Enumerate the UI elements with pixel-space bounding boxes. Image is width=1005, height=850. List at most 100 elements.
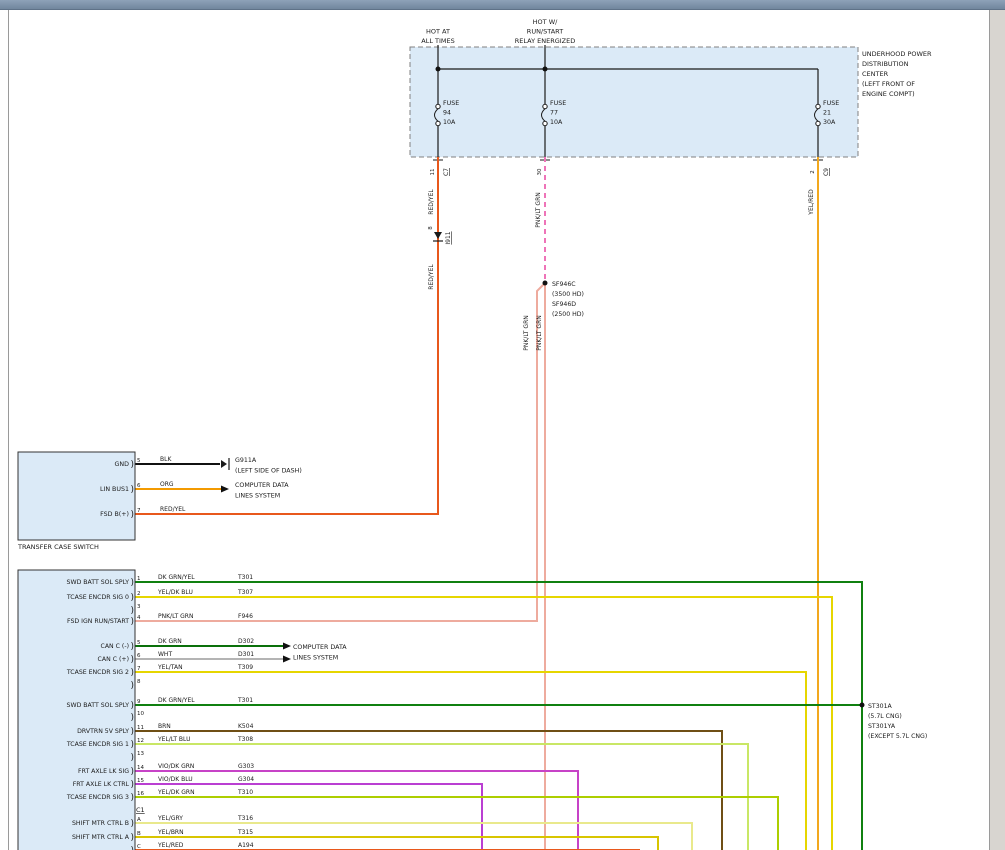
splice-label: (5.7L CNG): [868, 713, 902, 720]
transfer-case-connector-box: [18, 570, 135, 850]
wire-red-yel-feed: [135, 157, 438, 514]
fuse-number: 21: [823, 110, 831, 117]
pin-number: 16: [137, 791, 144, 797]
junction-dot: [436, 67, 441, 72]
pdc-title-line: DISTRIBUTION: [862, 60, 909, 68]
annotation-label: COMPUTER DATA: [235, 482, 289, 489]
pin-bracket: ): [131, 753, 135, 763]
pin-label: CAN C (+): [98, 656, 129, 663]
circuit-number: F946: [238, 613, 253, 620]
pin-number: B: [137, 831, 141, 837]
pin-number: 7: [137, 508, 141, 514]
pin-label: SHIFT MTR CTRL B: [72, 820, 129, 827]
circuit-number: T301: [237, 574, 253, 581]
pin-number: 15: [137, 778, 144, 784]
fuse-rating: 30A: [823, 119, 836, 126]
pdc-title-line: (LEFT FRONT OF: [862, 80, 915, 88]
ground-connector-icon: [221, 460, 227, 468]
wire-color-label: RED/YEL: [428, 189, 435, 215]
feed-label: RELAY ENERGIZED: [515, 37, 575, 45]
circuit-number: G304: [238, 776, 254, 783]
pin-bracket: ): [131, 578, 135, 588]
pin-bracket: ): [131, 713, 135, 723]
splice-label: (EXCEPT 5.7L CNG): [868, 733, 927, 740]
pin-bracket: ): [131, 740, 135, 750]
circuit-number: T307: [237, 589, 253, 596]
wire-color-label: YEL/DK GRN: [157, 789, 195, 796]
fuse-terminal: [816, 121, 820, 125]
fuse-terminal: [543, 121, 547, 125]
connector-id: C9: [823, 168, 830, 176]
pin-number: 11: [430, 169, 436, 176]
wire-color-label: I911: [445, 231, 452, 244]
pin-bracket: ): [131, 701, 135, 711]
wire-color-label: PNK/LT GRN: [535, 192, 542, 227]
wire-color-label: YEL/LT BLU: [157, 736, 190, 743]
junction-dot: [543, 281, 548, 286]
pin-bracket: ): [131, 846, 135, 850]
circuit-number: T308: [237, 736, 253, 743]
wire-color-label: YEL/TAN: [157, 664, 183, 671]
wire-color-label: 8: [428, 226, 434, 230]
transfer-case-switch-label: TRANSFER CASE SWITCH: [17, 543, 99, 551]
wire-color-label: YEL/RED: [157, 842, 184, 849]
pin-bracket: ): [131, 593, 135, 603]
junction-dot: [860, 703, 865, 708]
wire-dk-grn-yel-1: [135, 582, 862, 850]
pin-label: LIN BUS1: [100, 486, 129, 493]
annotation-label: LINES SYSTEM: [235, 493, 280, 500]
pin-label: FRT AXLE LK CTRL: [73, 781, 130, 788]
splice-label: (2500 HD): [552, 311, 584, 318]
wire-color-label: BRN: [158, 723, 171, 730]
pin-number: 10: [137, 711, 144, 717]
pin-bracket: ): [131, 780, 135, 790]
pin-label: TCASE ENCDR SIG 0: [66, 594, 129, 601]
pin-number: 9: [137, 699, 141, 705]
pin-label: CAN C (-): [101, 643, 130, 650]
pin-bracket: ): [131, 485, 135, 495]
pin-number: 5: [137, 458, 141, 464]
wire-pnk-lt-grn-run: [135, 283, 545, 621]
splice-label: ST301A: [868, 703, 893, 710]
circuit-number: T301: [237, 697, 253, 704]
splice-label: SF946C: [552, 281, 576, 288]
pdc-title-line: ENGINE COMPT): [862, 90, 915, 98]
pin-number: 14: [137, 765, 144, 771]
wire-color-label: YEL/GRY: [157, 815, 183, 822]
pin-bracket: ): [131, 767, 135, 777]
pin-label: GND: [115, 461, 130, 468]
pin-bracket: ): [131, 642, 135, 652]
fuse-terminal: [816, 104, 820, 108]
pin-number: 2: [137, 591, 141, 597]
fuse-number: 77: [550, 110, 558, 117]
pin-bracket: ): [131, 819, 135, 829]
connector-id: C7: [443, 168, 450, 176]
pin-bracket: ): [131, 460, 135, 470]
circuit-number: D301: [238, 651, 254, 658]
wire-color-label: VIO/DK GRN: [158, 763, 194, 770]
wire-color-label: PNK/LT GRN: [158, 613, 193, 620]
circuit-number: D302: [238, 638, 254, 645]
pin-label: SHIFT MTR CTRL A: [72, 834, 130, 841]
annotation-label: COMPUTER DATA: [293, 644, 347, 651]
connector-id: C1: [136, 806, 145, 814]
fuse-terminal: [436, 104, 440, 108]
pin-bracket: ): [131, 606, 135, 616]
pin-label: TCASE ENCDR SIG 2: [66, 669, 129, 676]
wire-color-label: YEL/BRN: [157, 829, 184, 836]
fuse-terminal: [543, 104, 547, 108]
pdc-title-line: CENTER: [862, 70, 889, 78]
wire-color-label: RED/YEL: [428, 264, 435, 290]
pin-number: 12: [137, 738, 144, 744]
feed-label: HOT AT: [426, 28, 450, 36]
wire-color-label: YEL/RED: [808, 189, 815, 216]
pin-bracket: ): [131, 655, 135, 665]
pin-label: SWD BATT SOL SPLY: [67, 579, 130, 586]
pin-number: 13: [137, 751, 144, 757]
fuse-rating: 10A: [550, 119, 563, 126]
pin-number: 2: [810, 170, 816, 174]
fuse-number: 94: [443, 110, 451, 117]
feed-label: HOT W/: [533, 18, 558, 26]
wire-vio-dk-grn: [135, 771, 578, 850]
circuit-number: T315: [237, 829, 253, 836]
